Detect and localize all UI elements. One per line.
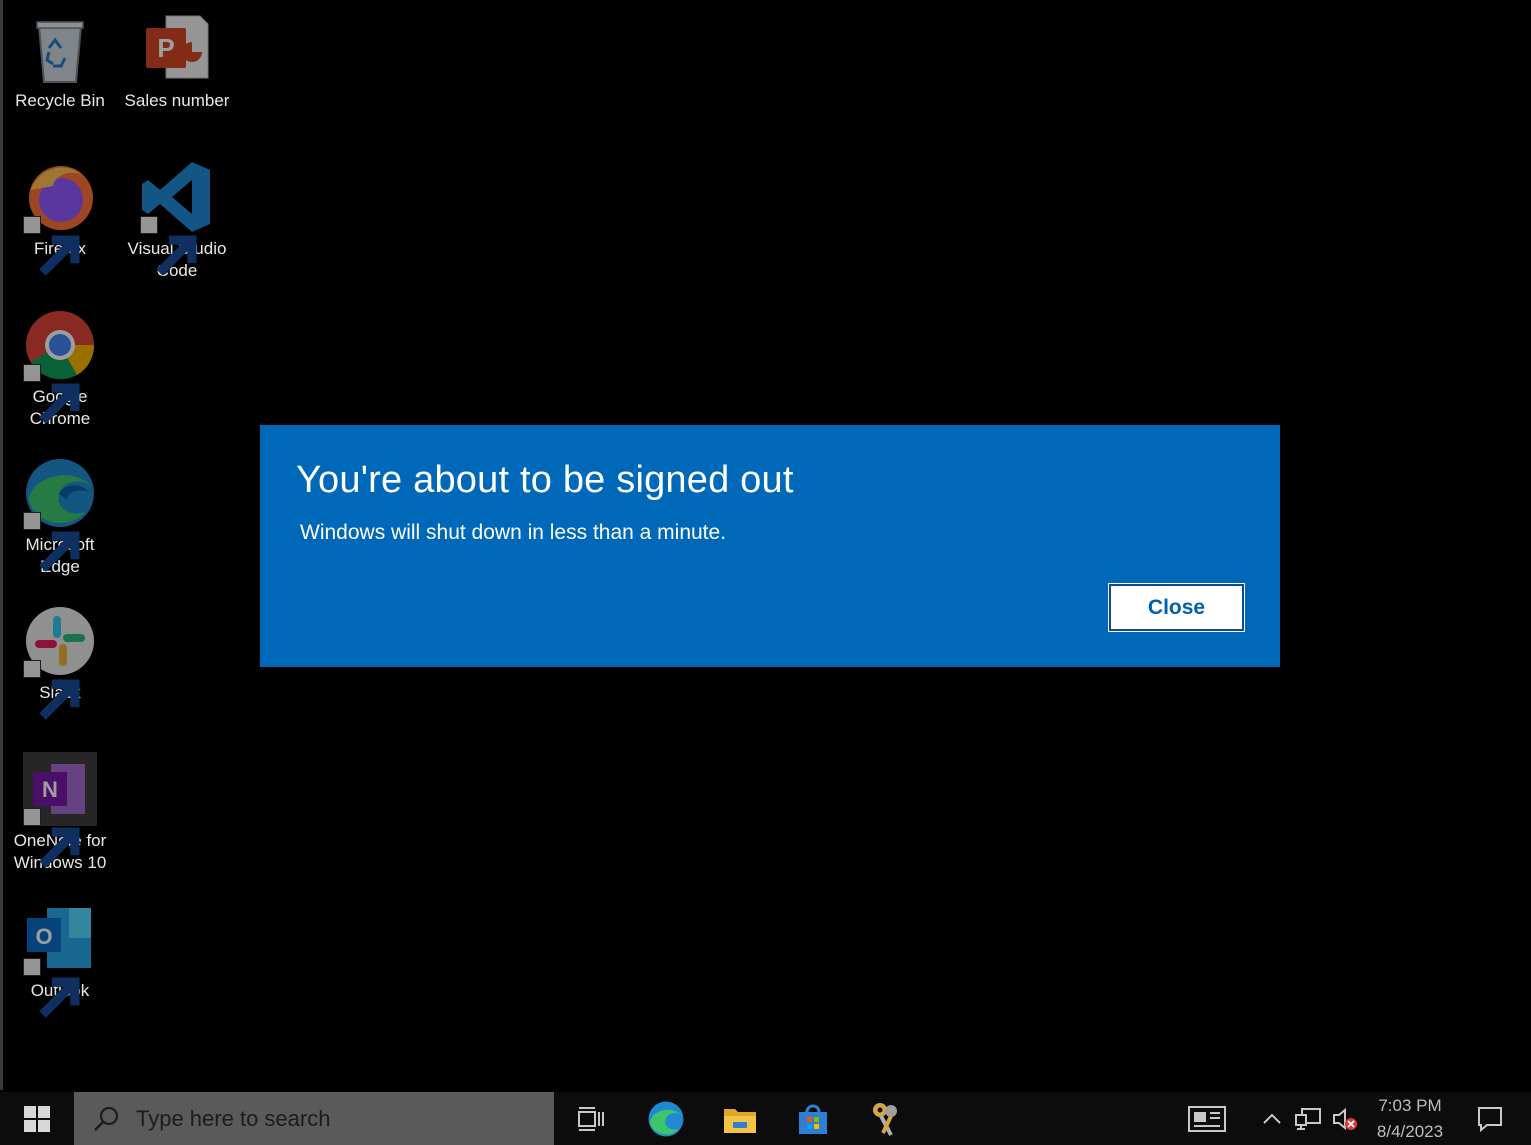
shortcut-arrow-icon (23, 216, 80, 276)
outlook-icon: O (23, 902, 97, 1018)
clock-date: 8/4/2023 (1376, 1121, 1444, 1141)
desktop-icon-outlook[interactable]: O Outlook (4, 902, 116, 1018)
svg-text:P: P (157, 33, 174, 63)
network-button[interactable] (1292, 1092, 1324, 1145)
action-center-button[interactable] (1468, 1092, 1512, 1145)
recycle-bin-icon (23, 12, 97, 86)
search-input[interactable]: Type here to search (74, 1092, 554, 1145)
shortcut-arrow-icon (23, 660, 80, 720)
sign-out-dialog: You're about to be signed out Windows wi… (260, 425, 1280, 667)
screen-edge (0, 0, 3, 1090)
edge-icon (23, 456, 97, 572)
news-widget-icon (1188, 1105, 1226, 1132)
file-explorer-icon (724, 1108, 756, 1133)
shortcut-arrow-icon (23, 364, 80, 424)
shortcut-arrow-icon (23, 808, 80, 868)
firefox-icon (23, 160, 97, 276)
onenote-icon: N (23, 752, 97, 868)
desktop-icon-onenote[interactable]: N OneNote for Windows 10 (4, 752, 116, 874)
taskbar-file-explorer-button[interactable] (705, 1092, 775, 1145)
desktop-icon-sales-number[interactable]: P Sales number (121, 12, 233, 112)
show-hidden-icons-button[interactable] (1258, 1092, 1286, 1145)
task-view-icon (578, 1106, 604, 1131)
desktop-icon-firefox[interactable]: Firefox (4, 160, 116, 276)
desktop-icon-vscode[interactable]: Visual Studio Code (121, 160, 233, 282)
microsoft-store-icon (799, 1104, 827, 1134)
chevron-up-icon (1263, 1113, 1281, 1124)
search-placeholder: Type here to search (136, 1105, 331, 1131)
powerpoint-file-icon: P (140, 12, 214, 86)
desktop-icon-recycle-bin[interactable]: Recycle Bin (4, 12, 116, 112)
taskbar-store-button[interactable] (778, 1092, 848, 1145)
svg-text:O: O (35, 924, 52, 949)
volume-muted-icon (1333, 1107, 1357, 1130)
desktop-icon-slack[interactable]: Slack (4, 604, 116, 720)
taskbar-edge-button[interactable] (631, 1092, 701, 1145)
desktop-icon-label: Recycle Bin (15, 91, 105, 110)
chrome-icon (23, 308, 97, 424)
start-button[interactable] (0, 1092, 74, 1145)
keys-app-icon (873, 1102, 897, 1136)
close-button[interactable]: Close (1108, 583, 1245, 632)
network-icon (1295, 1107, 1321, 1130)
desktop-icon-microsoft-edge[interactable]: Microsoft Edge (4, 456, 116, 578)
notification-icon (1478, 1106, 1502, 1132)
search-icon (94, 1106, 119, 1131)
desktop-icon-label: Sales number (124, 91, 230, 110)
edge-icon (648, 1101, 684, 1136)
taskbar-keys-app-button[interactable] (851, 1092, 921, 1145)
slack-icon (23, 604, 97, 720)
windows-logo-icon (24, 1105, 50, 1132)
shortcut-arrow-icon (140, 216, 197, 276)
task-view-button[interactable] (556, 1092, 626, 1145)
news-widget-button[interactable] (1184, 1092, 1230, 1145)
clock-time: 7:03 PM (1378, 1095, 1442, 1115)
dialog-message: Windows will shut down in less than a mi… (300, 521, 727, 544)
volume-button[interactable] (1328, 1092, 1360, 1145)
clock[interactable]: 7:03 PM 8/4/2023 (1362, 1092, 1458, 1145)
shortcut-arrow-icon (23, 512, 80, 572)
dialog-title: You're about to be signed out (296, 459, 794, 501)
taskbar: Type here to search 7:03 PM 8/4/2023 (0, 1092, 1531, 1145)
vscode-icon (140, 160, 214, 276)
shortcut-arrow-icon (23, 958, 80, 1018)
svg-text:N: N (42, 777, 58, 802)
desktop-icon-google-chrome[interactable]: Google Chrome (4, 308, 116, 430)
